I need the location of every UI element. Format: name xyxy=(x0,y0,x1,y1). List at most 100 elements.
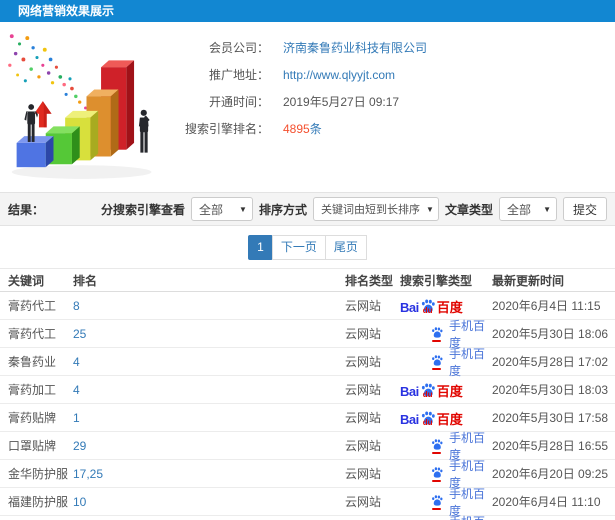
updated-time-text: 2020年6月4日 11:10 xyxy=(492,495,601,509)
baidu-logo-du: du xyxy=(422,305,433,315)
rank-link[interactable]: 4 xyxy=(73,355,80,369)
table-row: 膏药代工 8 云网站 Bai du 百度 2020年6月4日 11:15 xyxy=(0,292,615,320)
chevron-down-icon: ▼ xyxy=(239,204,247,214)
baidu-paw-icon: du xyxy=(420,298,436,314)
title-bar: 网络营销效果展示 xyxy=(0,0,615,22)
open-time-label: 开通时间： xyxy=(208,95,269,109)
keyword-text: 膏药加工 xyxy=(8,383,57,397)
engine-view-label: 分搜索引擎查看 xyxy=(100,202,185,217)
baidu-mobile-logo: 手机百度 xyxy=(430,345,492,379)
updated-time-text: 2020年5月28日 17:02 xyxy=(492,355,609,369)
result-label: 结果： xyxy=(8,202,45,217)
sort-value: 关键词由短到长排序 xyxy=(320,204,420,216)
rank-link[interactable]: 29 xyxy=(73,439,86,453)
info-section: 会员公司： 济南秦鲁药业科技有限公司 推广地址： http://www.qlyy… xyxy=(0,22,615,192)
submit-button[interactable]: 提交 xyxy=(562,197,607,221)
chevron-down-icon: ▼ xyxy=(425,204,434,214)
col-rank: 排名 xyxy=(73,273,98,288)
baidu-logo-bai: Bai xyxy=(400,299,419,315)
results-filter-bar: 结果： 分搜索引擎查看 全部 ▼ 排序方式 关键词由短到长排序 ▼ 文章类型 全… xyxy=(0,192,615,226)
sort-select[interactable]: 关键词由短到长排序 ▼ xyxy=(312,197,439,221)
baidu-mobile-paw-icon xyxy=(430,494,444,510)
baidu-logo: Bai du 百度 xyxy=(400,410,463,426)
pagination-area: 1 下一页 尾页 xyxy=(0,226,615,268)
rank-type-text: 云网站 xyxy=(345,355,382,369)
updated-time-text: 2020年5月30日 18:06 xyxy=(492,327,609,341)
article-type-label: 文章类型 xyxy=(444,202,493,217)
pagination: 1 下一页 尾页 xyxy=(248,234,367,260)
baidu-paw-icon: du xyxy=(420,382,436,398)
rank-count-value: 4895条 xyxy=(283,120,322,137)
baidu-mobile-paw-icon xyxy=(430,354,444,370)
bar-blue xyxy=(16,136,54,168)
table-row: 手机百度 xyxy=(0,513,615,520)
rank-type-text: 云网站 xyxy=(345,439,382,453)
open-time-value: 2019年5月27日 09:17 xyxy=(283,95,400,109)
baidu-logo-bai: Bai xyxy=(400,411,419,427)
col-updated: 最新更新时间 xyxy=(492,273,565,288)
baidu-logo: Bai du 百度 xyxy=(400,298,463,314)
keyword-text: 金华防护服 xyxy=(8,467,69,481)
engine-filter-value: 全部 xyxy=(198,202,223,217)
baidu-logo-cn: 百度 xyxy=(436,411,463,427)
rank-link[interactable]: 10 xyxy=(73,495,86,509)
baidu-logo-bai: Bai xyxy=(400,383,419,399)
rank-link[interactable]: 25 xyxy=(73,327,86,341)
keyword-text: 秦鲁药业 xyxy=(8,355,57,369)
promo-url-link[interactable]: http://www.qlyyjt.com xyxy=(283,68,395,82)
rank-link[interactable]: 4 xyxy=(73,383,80,397)
baidu-logo-du: du xyxy=(422,417,433,427)
baidu-mobile-paw-icon xyxy=(430,438,444,454)
keyword-text: 口罩贴牌 xyxy=(8,439,57,453)
keyword-text: 膏药代工 xyxy=(8,327,57,341)
keyword-text: 福建防护服 xyxy=(8,495,69,509)
company-name-link[interactable]: 济南秦鲁药业科技有限公司 xyxy=(283,39,427,56)
rank-link[interactable]: 8 xyxy=(73,299,80,313)
marketing-results-page: 网络营销效果展示 会员公司： 济南秦鲁药业科技有限公司 推广地址： http:/… xyxy=(0,0,615,520)
rank-type-text: 云网站 xyxy=(345,327,382,341)
promo-url-label: 推广地址： xyxy=(208,68,269,82)
article-type-value: 全部 xyxy=(506,202,531,217)
rankings-table: 关键词 排名 排名类型 搜索引擎类型 最新更新时间 膏药代工 8 云网站 Bai… xyxy=(0,268,615,520)
baidu-mobile-paw-icon xyxy=(430,326,444,342)
info-row-url: 推广地址： http://www.qlyyjt.com xyxy=(169,61,615,88)
baidu-mobile-text: 手机百度 xyxy=(449,346,486,378)
growth-bar-chart-image xyxy=(8,34,152,179)
table-row: 膏药加工 4 云网站 Bai du 百度 2020年5月30日 18:03 xyxy=(0,376,615,404)
baidu-paw-icon: du xyxy=(420,410,436,426)
rank-type-text: 云网站 xyxy=(345,411,382,425)
keyword-text: 膏药贴牌 xyxy=(8,411,57,425)
company-info: 会员公司： 济南秦鲁药业科技有限公司 推广地址： http://www.qlyy… xyxy=(169,34,615,142)
next-page-button[interactable]: 下一页 xyxy=(271,234,326,260)
page-title: 网络营销效果展示 xyxy=(18,4,115,18)
article-type-select[interactable]: 全部 ▼ xyxy=(498,197,557,221)
last-page-button[interactable]: 尾页 xyxy=(324,234,367,260)
keyword-text: 膏药代工 xyxy=(8,299,57,313)
baidu-mobile-paw-icon xyxy=(430,466,444,482)
baidu-logo-cn: 百度 xyxy=(436,383,463,399)
table-header: 关键词 排名 排名类型 搜索引擎类型 最新更新时间 xyxy=(0,268,615,292)
rank-link[interactable]: 17,25 xyxy=(73,467,103,481)
col-rank-type: 排名类型 xyxy=(345,273,394,288)
confetti-dots xyxy=(8,34,87,110)
baidu-mobile-logo: 手机百度 xyxy=(430,513,492,520)
filter-controls: 分搜索引擎查看 全部 ▼ 排序方式 关键词由短到长排序 ▼ 文章类型 全部 ▼ … xyxy=(101,197,607,221)
engine-filter-select[interactable]: 全部 ▼ xyxy=(190,197,253,221)
rank-count-number: 4895 xyxy=(283,122,310,136)
updated-time-text: 2020年5月28日 16:55 xyxy=(492,439,609,453)
businessman-right xyxy=(138,109,150,153)
sort-label: 排序方式 xyxy=(258,202,307,217)
info-row-company: 会员公司： 济南秦鲁药业科技有限公司 xyxy=(169,34,615,61)
rank-type-text: 云网站 xyxy=(345,495,382,509)
rank-count-label: 搜索引擎排名： xyxy=(184,122,269,136)
page-1-button[interactable]: 1 xyxy=(248,234,273,260)
rank-link[interactable]: 1 xyxy=(73,411,80,425)
table-row: 福建防护服 10 云网站 手机百度 2020年6月4日 11:10 xyxy=(0,487,615,518)
table-row: 膏药代工 25 云网站 手机百度 2020年5月30日 18:06 xyxy=(0,319,615,350)
baidu-logo: Bai du 百度 xyxy=(400,382,463,398)
baidu-mobile-text: 手机百度 xyxy=(449,513,492,520)
col-keyword: 关键词 xyxy=(8,273,45,288)
table-row: 膏药贴牌 1 云网站 Bai du 百度 2020年5月30日 17:58 xyxy=(0,404,615,432)
updated-time-text: 2020年5月30日 17:58 xyxy=(492,411,609,425)
rank-type-text: 云网站 xyxy=(345,299,382,313)
